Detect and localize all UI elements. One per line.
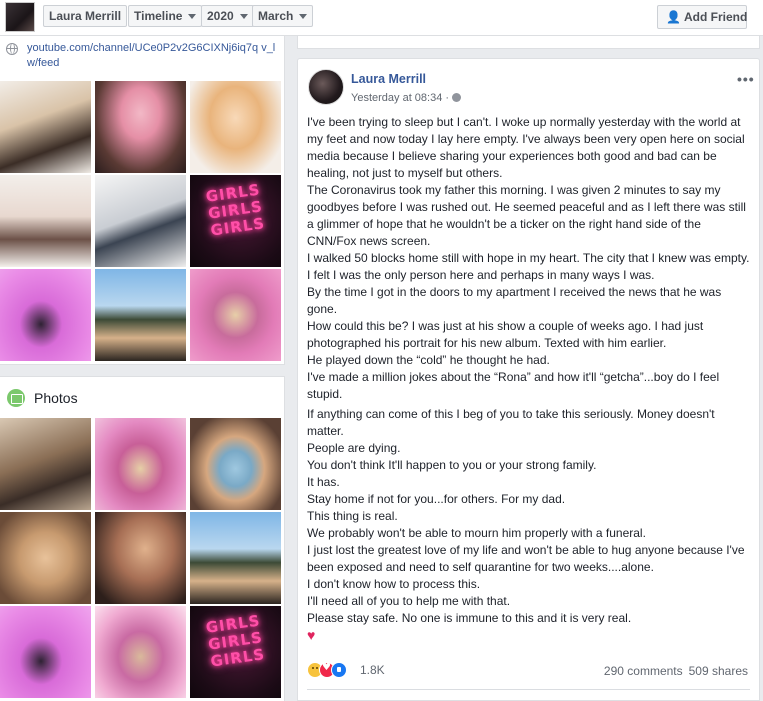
post-paragraph: We probably won't be able to mourn him p… (307, 526, 646, 540)
chevron-down-icon (299, 14, 308, 20)
featured-photo[interactable] (190, 269, 281, 361)
add-friend-icon: 👤 (666, 10, 681, 24)
neon-sign-text (95, 179, 185, 192)
profile-avatar-small[interactable] (5, 2, 35, 32)
featured-photo[interactable] (0, 175, 91, 267)
photo-thumbnail[interactable] (0, 606, 91, 698)
timeline-post: Laura Merrill Yesterday at 08:34 · ••• I… (297, 58, 760, 701)
more-options-icon[interactable]: ••• (737, 71, 755, 87)
post-paragraph: Please stay safe. No one is immune to th… (307, 611, 632, 625)
post-paragraph: Stay home if not for you...for others. F… (307, 492, 566, 506)
month-label: March (258, 9, 294, 23)
previous-post-edge (297, 36, 760, 49)
featured-photos-grid: GIRLS GIRLS GIRLS (0, 81, 281, 361)
photo-thumbnail[interactable] (190, 418, 281, 510)
post-text: I've been trying to sleep but I can't. I… (307, 114, 753, 644)
chevron-down-icon (239, 14, 248, 20)
channel-link[interactable]: youtube.com/channel/UCe0P2v2G6CIXNj6iq7q… (27, 41, 277, 71)
photo-thumbnail[interactable]: GIRLS GIRLS GIRLS (190, 606, 281, 698)
add-friend-label: Add Friend (683, 10, 748, 24)
neon-sign-text (95, 422, 185, 435)
photos-icon (7, 389, 25, 407)
featured-photo[interactable] (95, 269, 186, 361)
reaction-count: 1.8K (360, 663, 385, 677)
post-paragraph: If anything can come of this I beg of yo… (307, 407, 715, 438)
year-dropdown[interactable]: 2020 (201, 5, 254, 27)
post-paragraph: How could this be? I was just at his sho… (307, 319, 704, 350)
post-paragraph: You don't think It'll happen to you or y… (307, 458, 597, 472)
post-paragraph: People are dying. (307, 441, 401, 455)
neon-sign-text (0, 610, 90, 623)
photo-thumbnail[interactable] (190, 512, 281, 604)
heart-emoji-icon: ♥ (307, 627, 316, 643)
chevron-down-icon (188, 14, 197, 20)
neon-sign-text (0, 516, 90, 529)
engagement-counts: 290 comments 509 shares (604, 664, 748, 678)
neon-sign-text (95, 516, 185, 529)
neon-sign-text (0, 85, 90, 98)
post-timestamp[interactable]: Yesterday at 08:34 · (351, 92, 462, 104)
featured-photo[interactable] (0, 81, 91, 173)
photo-thumbnail[interactable] (95, 512, 186, 604)
shares-count-link[interactable]: 509 shares (689, 664, 748, 678)
neon-sign-text (0, 273, 90, 286)
neon-sign-text: GIRLS GIRLS GIRLS (204, 611, 267, 671)
timeline-dropdown[interactable]: Timeline (128, 5, 203, 27)
neon-sign-text (190, 516, 280, 529)
neon-sign-text (0, 179, 90, 192)
neon-sign-text (190, 273, 280, 286)
photo-thumbnail[interactable] (95, 418, 186, 510)
neon-sign-text (0, 422, 90, 435)
divider (307, 689, 750, 690)
profile-name-button[interactable]: Laura Merrill (43, 5, 128, 27)
post-paragraph: This thing is real. (307, 509, 398, 523)
neon-sign-text (190, 85, 280, 98)
featured-photo[interactable] (95, 175, 186, 267)
post-paragraph: He played down the “cold” he thought he … (307, 353, 550, 367)
post-paragraph: I just lost the greatest love of my life… (307, 543, 745, 574)
neon-sign-text (95, 610, 185, 623)
globe-icon (452, 93, 462, 102)
photos-title[interactable]: Photos (34, 390, 78, 406)
year-label: 2020 (207, 9, 234, 23)
post-author-name[interactable]: Laura Merrill (351, 72, 426, 86)
post-paragraph: I'll need all of you to help me with tha… (307, 594, 511, 608)
globe-icon (6, 43, 18, 55)
timeline-label: Timeline (134, 9, 183, 23)
neon-sign-text (95, 85, 185, 98)
add-friend-button[interactable]: 👤 Add Friend (657, 5, 747, 29)
post-paragraph: The Coronavirus took my father this morn… (307, 183, 746, 248)
post-paragraph: I've been trying to sleep but I can't. I… (307, 115, 745, 180)
post-paragraph: I don't know how to process this. (307, 577, 481, 591)
neon-sign-text (190, 422, 280, 435)
featured-photo[interactable] (0, 269, 91, 361)
post-paragraph: I've made a million jokes about the “Ron… (307, 370, 720, 401)
post-time-label: Yesterday at 08:34 · (351, 92, 450, 104)
post-paragraph: I walked 50 blocks home still with hope … (307, 251, 750, 282)
comments-count-link[interactable]: 290 comments (604, 664, 683, 678)
post-paragraph: By the time I got in the doors to my apa… (307, 285, 722, 316)
neon-sign-text (95, 273, 185, 286)
featured-photo[interactable] (95, 81, 186, 173)
like-reaction-icon (331, 662, 347, 678)
profile-top-bar: Laura Merrill Timeline 2020 March 👤 Add F… (0, 0, 763, 36)
photo-thumbnail[interactable] (0, 418, 91, 510)
photos-grid: GIRLS GIRLS GIRLS (0, 418, 281, 698)
neon-sign-text: GIRLS GIRLS GIRLS (204, 180, 267, 240)
featured-photo[interactable] (190, 81, 281, 173)
author-avatar[interactable] (308, 69, 344, 105)
month-dropdown[interactable]: March (252, 5, 314, 27)
photo-thumbnail[interactable] (0, 512, 91, 604)
profile-name-label: Laura Merrill (49, 9, 122, 23)
photo-thumbnail[interactable] (95, 606, 186, 698)
featured-photo[interactable]: GIRLS GIRLS GIRLS (190, 175, 281, 267)
post-paragraph: It has. (307, 475, 340, 489)
